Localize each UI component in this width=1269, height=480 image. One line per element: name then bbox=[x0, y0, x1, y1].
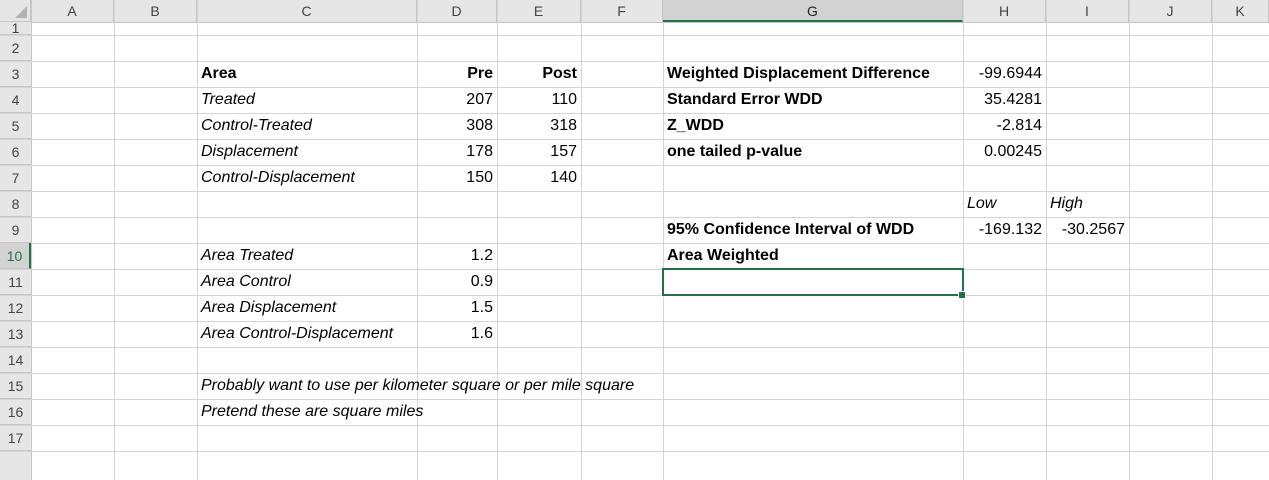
gridline-horizontal bbox=[0, 321, 1269, 322]
select-all-corner[interactable] bbox=[0, 0, 31, 22]
column-header-g[interactable]: G bbox=[663, 0, 963, 22]
row-header-3[interactable]: 3 bbox=[0, 61, 31, 87]
gridline-horizontal bbox=[0, 165, 1269, 166]
stat-label[interactable]: Weighted Displacement Difference bbox=[663, 61, 963, 87]
stat-label[interactable]: Z_WDD bbox=[663, 113, 963, 139]
table-cell-pre[interactable]: 150 bbox=[417, 165, 497, 191]
row-header-5[interactable]: 5 bbox=[0, 113, 31, 139]
row-header-1[interactable]: 1 bbox=[0, 21, 31, 35]
fill-handle[interactable] bbox=[958, 291, 966, 299]
stat-value[interactable]: -99.6944 bbox=[963, 61, 1046, 87]
gridline-horizontal bbox=[0, 139, 1269, 140]
gridline-horizontal bbox=[0, 113, 1269, 114]
ci-high-value[interactable]: -30.2567 bbox=[1046, 217, 1129, 243]
table-cell-post[interactable]: 110 bbox=[497, 87, 581, 113]
gridline-horizontal bbox=[0, 347, 1269, 348]
table-cell-post[interactable]: 318 bbox=[497, 113, 581, 139]
gridline-horizontal bbox=[0, 269, 1269, 270]
area-label[interactable]: Area Control-Displacement bbox=[197, 321, 427, 347]
gridline-vertical bbox=[1212, 0, 1213, 480]
column-header-e[interactable]: E bbox=[497, 0, 581, 22]
table-header-area[interactable]: Area bbox=[197, 61, 417, 87]
spreadsheet[interactable]: A B C D E F G H I J K 1 2 3 4 5 6 7 8 9 10 11 12 13 14 15 16 17 Are… bbox=[0, 0, 1269, 480]
gridline-horizontal bbox=[0, 87, 1269, 88]
area-value[interactable]: 0.9 bbox=[417, 269, 497, 295]
ci-low-value[interactable]: -169.132 bbox=[963, 217, 1046, 243]
area-value[interactable]: 1.2 bbox=[417, 243, 497, 269]
column-header-i[interactable]: I bbox=[1046, 0, 1129, 22]
row-header-13[interactable]: 13 bbox=[0, 321, 31, 347]
row-header-9[interactable]: 9 bbox=[0, 217, 31, 243]
table-header-pre[interactable]: Pre bbox=[417, 61, 497, 87]
gridline-vertical bbox=[1129, 0, 1130, 480]
row-header-17[interactable]: 17 bbox=[0, 425, 31, 451]
table-cell-post[interactable]: 157 bbox=[497, 139, 581, 165]
column-header-b[interactable]: B bbox=[114, 0, 197, 22]
gridline-horizontal bbox=[0, 61, 1269, 62]
stat-value[interactable]: 0.00245 bbox=[963, 139, 1046, 165]
column-header-h[interactable]: H bbox=[963, 0, 1046, 22]
table-cell-area[interactable]: Displacement bbox=[197, 139, 417, 165]
column-header-d[interactable]: D bbox=[417, 0, 497, 22]
table-cell-pre[interactable]: 178 bbox=[417, 139, 497, 165]
column-header-a[interactable]: A bbox=[31, 0, 114, 22]
column-header-c[interactable]: C bbox=[197, 0, 417, 22]
area-value[interactable]: 1.6 bbox=[417, 321, 497, 347]
ci-low-label[interactable]: Low bbox=[963, 191, 1046, 217]
ci-label[interactable]: 95% Confidence Interval of WDD bbox=[663, 217, 963, 243]
selected-cell-g10[interactable] bbox=[662, 268, 964, 296]
stat-label[interactable]: one tailed p-value bbox=[663, 139, 963, 165]
row-header-2[interactable]: 2 bbox=[0, 35, 31, 61]
column-header-k[interactable]: K bbox=[1212, 0, 1269, 22]
area-value[interactable]: 1.5 bbox=[417, 295, 497, 321]
row-header-11[interactable]: 11 bbox=[0, 269, 31, 295]
table-cell-area[interactable]: Control-Displacement bbox=[197, 165, 417, 191]
table-cell-pre[interactable]: 308 bbox=[417, 113, 497, 139]
row-header-12[interactable]: 12 bbox=[0, 295, 31, 321]
table-cell-pre[interactable]: 207 bbox=[417, 87, 497, 113]
gridline-vertical bbox=[114, 0, 115, 480]
stat-value[interactable]: 35.4281 bbox=[963, 87, 1046, 113]
row-header-7[interactable]: 7 bbox=[0, 165, 31, 191]
area-label[interactable]: Area Control bbox=[197, 269, 417, 295]
area-label[interactable]: Area Treated bbox=[197, 243, 417, 269]
row-header-15[interactable]: 15 bbox=[0, 373, 31, 399]
select-all-icon bbox=[15, 6, 27, 18]
gridline-horizontal bbox=[0, 243, 1269, 244]
stat-value[interactable]: -2.814 bbox=[963, 113, 1046, 139]
area-label[interactable]: Area Displacement bbox=[197, 295, 417, 321]
area-weighted-label[interactable]: Area Weighted bbox=[663, 243, 963, 269]
row-header-14[interactable]: 14 bbox=[0, 347, 31, 373]
row-header-10[interactable]: 10 bbox=[0, 243, 31, 269]
row-header-16[interactable]: 16 bbox=[0, 399, 31, 425]
note[interactable]: Pretend these are square miles bbox=[197, 399, 717, 425]
table-cell-area[interactable]: Control-Treated bbox=[197, 113, 417, 139]
column-header-j[interactable]: J bbox=[1129, 0, 1212, 22]
gridline-horizontal bbox=[0, 425, 1269, 426]
stat-label[interactable]: Standard Error WDD bbox=[663, 87, 963, 113]
ci-high-label[interactable]: High bbox=[1046, 191, 1129, 217]
gridline-horizontal bbox=[0, 35, 1269, 36]
table-header-post[interactable]: Post bbox=[497, 61, 581, 87]
row-header-4[interactable]: 4 bbox=[0, 87, 31, 113]
row-header-8[interactable]: 8 bbox=[0, 191, 31, 217]
row-header-6[interactable]: 6 bbox=[0, 139, 31, 165]
column-header-f[interactable]: F bbox=[581, 0, 663, 22]
table-cell-post[interactable]: 140 bbox=[497, 165, 581, 191]
gridline-horizontal bbox=[0, 451, 1269, 452]
gridline-horizontal bbox=[0, 295, 1269, 296]
table-cell-area[interactable]: Treated bbox=[197, 87, 417, 113]
note[interactable]: Probably want to use per kilometer squar… bbox=[197, 373, 717, 399]
